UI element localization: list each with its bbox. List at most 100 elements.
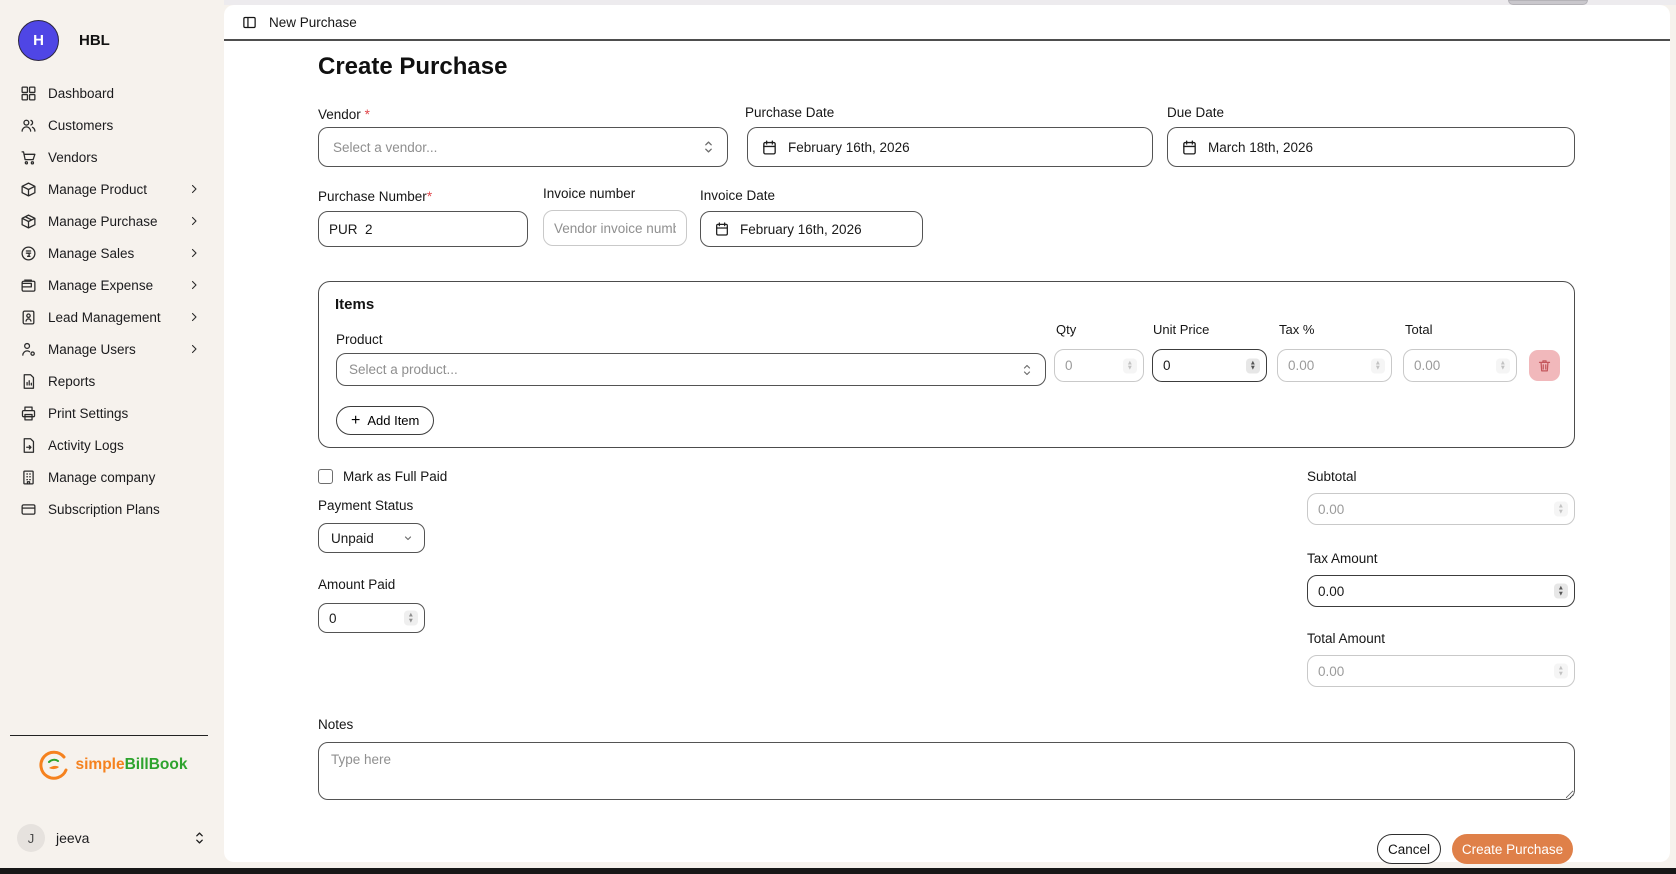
chevron-up-down-icon (702, 139, 715, 155)
qty-label: Qty (1056, 322, 1076, 337)
user-menu[interactable]: J jeeva (17, 824, 206, 852)
cancel-button[interactable]: Cancel (1377, 834, 1441, 864)
sidebar-item-label: Activity Logs (48, 438, 124, 453)
activity-file-icon (20, 437, 37, 454)
main-panel: New Purchase Create Purchase Vendor * Pu… (224, 5, 1670, 862)
tax-amount-input[interactable] (1308, 576, 1574, 606)
dashboard-grid-icon (20, 85, 37, 102)
chevron-right-icon (188, 183, 200, 195)
sidebar-item-label: Manage Expense (48, 278, 153, 293)
mark-full-paid-label: Mark as Full Paid (343, 469, 447, 484)
package-icon (20, 181, 37, 198)
qty-field: ▲▼ (1054, 349, 1144, 382)
invoice-number-input[interactable] (544, 211, 686, 245)
company-name: HBL (79, 32, 110, 49)
sidebar-item-dashboard[interactable]: Dashboard (0, 77, 224, 109)
sidebar-item-label: Manage Users (48, 342, 136, 357)
chevron-up-down-icon (193, 830, 206, 846)
sidebar-item-manage-users[interactable]: Manage Users (0, 333, 224, 365)
number-stepper-icon[interactable]: ▲▼ (1246, 358, 1260, 373)
trash-icon (1537, 358, 1552, 373)
tax-pct-label: Tax % (1279, 322, 1314, 337)
plus-icon: + (351, 413, 360, 429)
users-icon (20, 117, 37, 134)
panel-toggle-icon[interactable] (242, 15, 257, 30)
mark-full-paid-checkbox[interactable] (318, 469, 333, 484)
printer-icon (20, 405, 37, 422)
number-stepper-icon[interactable]: ▲▼ (1123, 358, 1137, 373)
total-amount-label: Total Amount (1307, 631, 1385, 646)
product-select-placeholder: Select a product... (337, 362, 458, 377)
sidebar-item-label: Customers (48, 118, 113, 133)
invoice-date-input[interactable]: February 16th, 2026 (700, 211, 923, 247)
delete-item-button[interactable] (1529, 350, 1560, 381)
total-amount-input[interactable] (1308, 656, 1574, 686)
sidebar-item-label: Vendors (48, 150, 98, 165)
add-item-button[interactable]: + Add Item (336, 406, 434, 435)
sidebar-item-reports[interactable]: Reports (0, 365, 224, 397)
sidebar-item-customers[interactable]: Customers (0, 109, 224, 141)
number-stepper-icon[interactable]: ▲▼ (1554, 584, 1568, 599)
amount-paid-label: Amount Paid (318, 577, 395, 592)
payment-status-value: Unpaid (319, 531, 374, 546)
brand-logo-text: simpleBillBook (76, 756, 188, 774)
building-icon (20, 469, 37, 486)
purchase-date-label: Purchase Date (745, 105, 834, 120)
number-stepper-icon[interactable]: ▲▼ (1554, 502, 1568, 517)
sidebar-item-manage-purchase[interactable]: Manage Purchase (0, 205, 224, 237)
due-date-input[interactable]: March 18th, 2026 (1167, 127, 1575, 167)
item-total-field: ▲▼ (1403, 349, 1517, 382)
create-purchase-button[interactable]: Create Purchase (1452, 834, 1573, 864)
vendor-select[interactable]: Select a vendor... (318, 127, 728, 167)
sidebar-item-label: Manage Product (48, 182, 147, 197)
sidebar-item-manage-product[interactable]: Manage Product (0, 173, 224, 205)
purchase-number-input[interactable] (319, 212, 527, 246)
number-stepper-icon[interactable]: ▲▼ (404, 611, 418, 626)
company-header: H HBL (0, 0, 224, 75)
chevron-right-icon (188, 311, 200, 323)
sidebar-item-vendors[interactable]: Vendors (0, 141, 224, 173)
sidebar-item-label: Subscription Plans (48, 502, 160, 517)
purchase-date-input[interactable]: February 16th, 2026 (747, 127, 1153, 167)
number-stepper-icon[interactable]: ▲▼ (1496, 358, 1510, 373)
unit-price-label: Unit Price (1153, 322, 1209, 337)
subtotal-input[interactable] (1308, 494, 1574, 524)
sidebar-item-manage-sales[interactable]: Manage Sales (0, 237, 224, 269)
chevron-right-icon (188, 279, 200, 291)
number-stepper-icon[interactable]: ▲▼ (1554, 664, 1568, 679)
product-select[interactable]: Select a product... (336, 353, 1046, 386)
report-file-icon (20, 373, 37, 390)
amount-paid-field: ▲▼ (318, 603, 425, 633)
sidebar-item-lead-management[interactable]: Lead Management (0, 301, 224, 333)
credit-card-icon (20, 501, 37, 518)
brand-logo-icon (37, 748, 71, 782)
invoice-number-field (543, 210, 687, 246)
sidebar-item-subscription-plans[interactable]: Subscription Plans (0, 493, 224, 525)
calendar-icon (761, 139, 778, 156)
sidebar-item-print-settings[interactable]: Print Settings (0, 397, 224, 429)
invoice-number-label: Invoice number (543, 186, 635, 201)
notes-textarea[interactable] (319, 743, 1574, 799)
tab-bar: New Purchase (224, 5, 1670, 41)
vendor-select-placeholder: Select a vendor... (319, 140, 437, 155)
chevron-right-icon (188, 343, 200, 355)
tax-amount-field: ▲▼ (1307, 575, 1575, 607)
user-name: jeeva (56, 830, 182, 846)
sidebar-item-activity-logs[interactable]: Activity Logs (0, 429, 224, 461)
payment-status-select[interactable]: Unpaid (318, 523, 425, 553)
notes-label: Notes (318, 717, 353, 732)
vendor-label: Vendor * (318, 107, 370, 122)
user-avatar: J (17, 824, 45, 852)
page-title: Create Purchase (318, 53, 507, 81)
sidebar-item-manage-company[interactable]: Manage company (0, 461, 224, 493)
wallet-icon (20, 277, 37, 294)
product-label: Product (336, 332, 383, 347)
number-stepper-icon[interactable]: ▲▼ (1371, 358, 1385, 373)
tab-new-purchase[interactable]: New Purchase (269, 15, 357, 30)
company-avatar[interactable]: H (18, 20, 59, 61)
mark-full-paid-row: Mark as Full Paid (318, 469, 447, 484)
payment-status-label: Payment Status (318, 498, 413, 513)
sidebar-item-manage-expense[interactable]: Manage Expense (0, 269, 224, 301)
chevron-right-icon (188, 247, 200, 259)
brand-logo: simpleBillBook (0, 748, 224, 782)
